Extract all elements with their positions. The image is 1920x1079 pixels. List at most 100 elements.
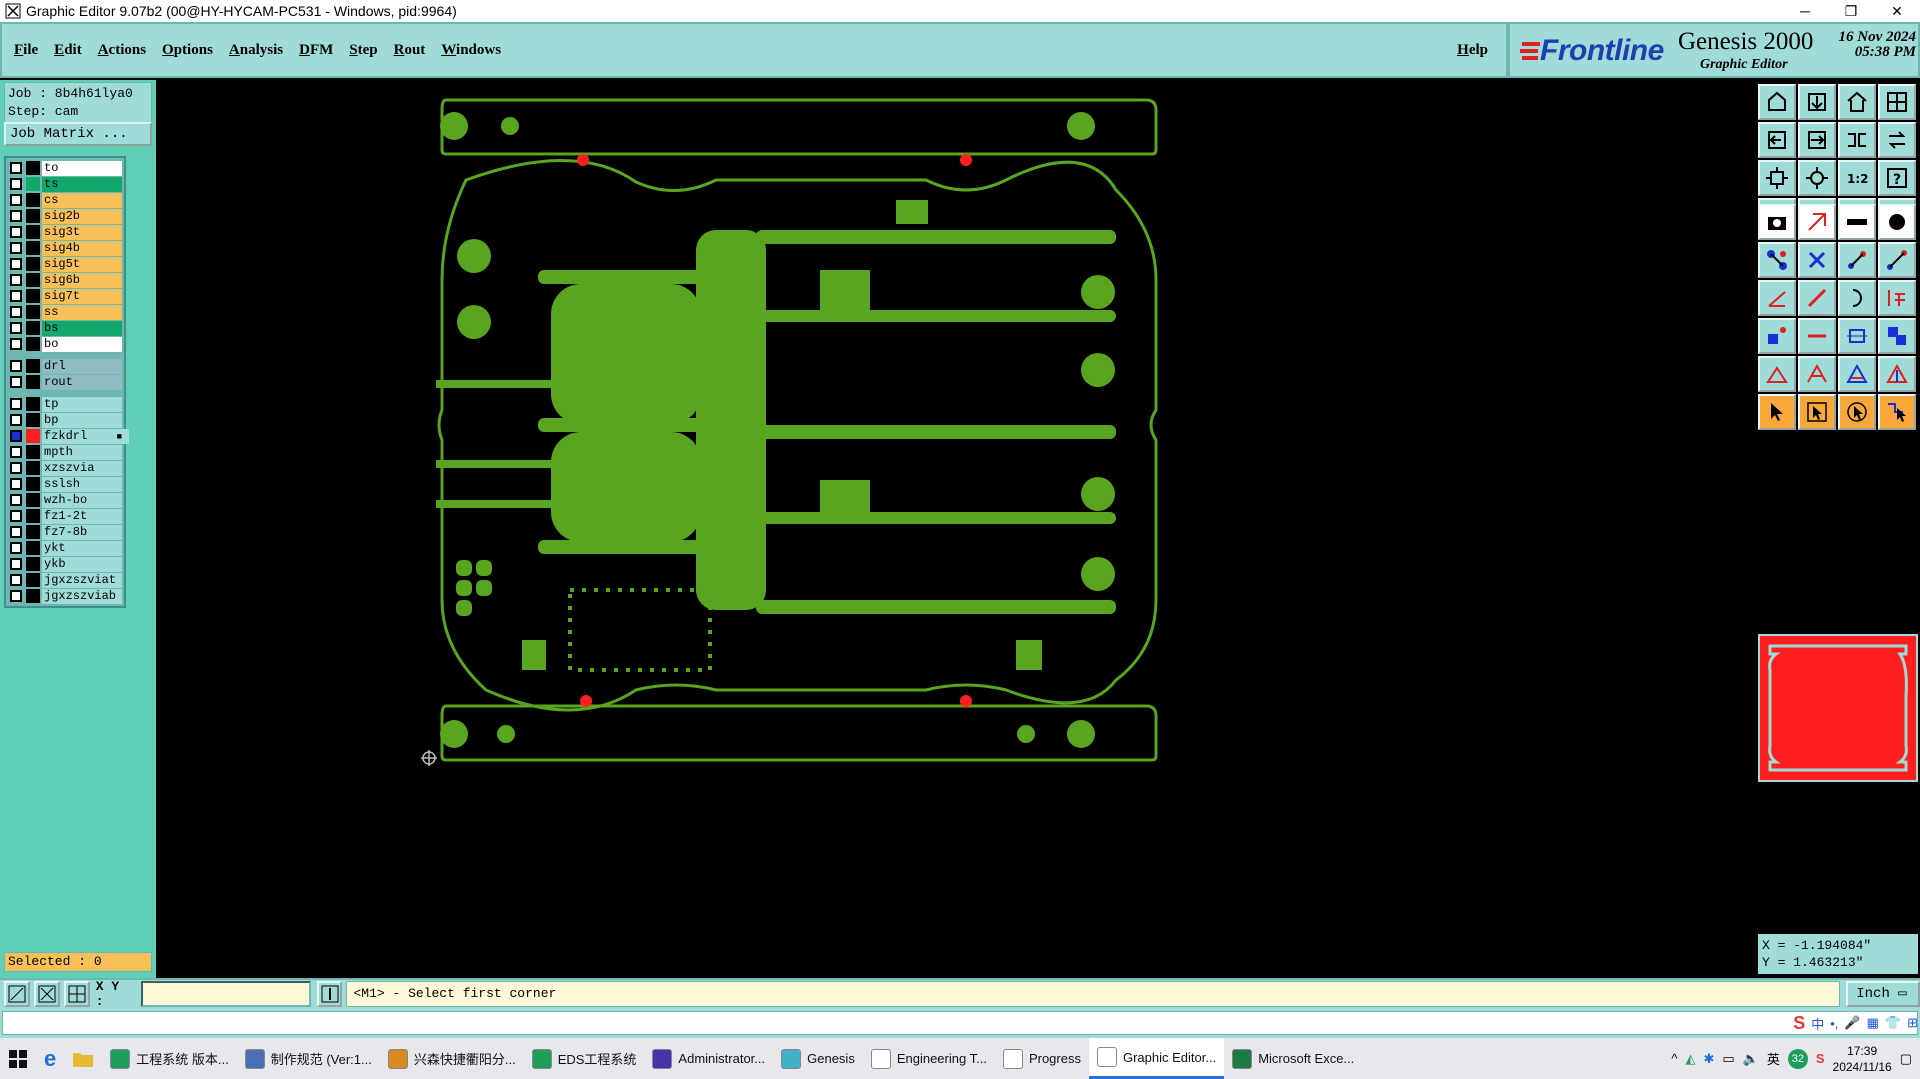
layer-row-cs[interactable]: cs [8, 192, 122, 208]
tray-volume-icon[interactable]: 🔈 [1743, 1051, 1759, 1067]
add-pad-button[interactable] [1758, 318, 1796, 354]
layer-row-mpth[interactable]: mpth [8, 444, 122, 460]
layer-row-sig3t[interactable]: sig3t [8, 224, 122, 240]
layer-checkbox[interactable] [10, 558, 22, 570]
menu-actions[interactable]: Actions [98, 42, 146, 59]
draw-mode-button[interactable] [4, 981, 30, 1007]
layer-row-sig6b[interactable]: sig6b [8, 272, 122, 288]
layer-name[interactable]: sslsh [42, 476, 122, 492]
dimension-button[interactable] [1838, 318, 1876, 354]
layer-row-ss[interactable]: ss [8, 304, 122, 320]
home-view-button[interactable] [1758, 84, 1796, 120]
slash-button[interactable] [1798, 280, 1836, 316]
layer-name[interactable]: jgxzszviat [42, 572, 122, 588]
mirror-button[interactable] [1838, 122, 1876, 158]
layer-name[interactable]: ykb [42, 556, 122, 572]
ime-punct[interactable]: •, [1830, 1016, 1838, 1031]
menu-step[interactable]: Step [349, 42, 377, 59]
trace-button[interactable] [1878, 280, 1916, 316]
layer-checkbox[interactable] [10, 510, 22, 522]
layer-row-fz1-2t[interactable]: fz1-2t [8, 508, 122, 524]
layer-checkbox[interactable] [10, 306, 22, 318]
taskbar-app-2[interactable]: 兴森快捷衢阳分... [380, 1038, 524, 1079]
layer-name[interactable]: bp [42, 412, 122, 428]
layer-row-wzh-bo[interactable]: wzh-bo [8, 492, 122, 508]
layer-name[interactable]: wzh-bo [42, 492, 122, 508]
layer-name[interactable]: ts [42, 176, 122, 192]
minus-button[interactable] [1798, 318, 1836, 354]
tray-chevron-icon[interactable]: ^ [1671, 1051, 1677, 1066]
layer-checkbox[interactable] [10, 526, 22, 538]
layer-row-ts[interactable]: ts [8, 176, 122, 192]
tray-battery-icon[interactable]: ▭ [1722, 1051, 1734, 1067]
layer-checkbox[interactable] [10, 414, 22, 426]
text-cursor-button[interactable] [316, 981, 343, 1007]
layer-checkbox[interactable] [10, 360, 22, 372]
layer-name[interactable]: sig7t [42, 288, 122, 304]
layer-checkbox[interactable] [10, 290, 22, 302]
select-box-button[interactable] [1798, 394, 1836, 430]
polygon-button[interactable] [1838, 356, 1876, 392]
layer-name[interactable]: sig2b [42, 208, 122, 224]
copy-shape-button[interactable] [1798, 204, 1836, 240]
help-tool-button[interactable]: ? [1878, 160, 1916, 196]
window-titlebar[interactable]: Graphic Editor 9.07b2 (00@HY-HYCAM-PC531… [0, 0, 1920, 22]
layer-name[interactable]: fz1-2t [42, 508, 122, 524]
split-view-button[interactable] [1878, 84, 1916, 120]
layer-checkbox[interactable] [10, 462, 22, 474]
ie-button[interactable]: e [36, 1038, 64, 1079]
ruler-button[interactable] [1838, 204, 1876, 240]
taskbar-app-8[interactable]: Graphic Editor... [1088, 1038, 1225, 1079]
layer-checkbox[interactable] [10, 398, 22, 410]
polygon-alt-button[interactable] [1878, 356, 1916, 392]
layer-name[interactable]: jgxzszviab [42, 588, 122, 604]
start-button[interactable] [0, 1038, 36, 1079]
pad-button[interactable] [1878, 204, 1916, 240]
taskbar-app-3[interactable]: EDS工程系统 [524, 1038, 645, 1079]
menu-options[interactable]: Options [162, 42, 213, 59]
camera-button[interactable] [1758, 204, 1796, 240]
tray-sogou-icon[interactable]: S [1816, 1051, 1825, 1066]
house-button[interactable] [1838, 84, 1876, 120]
board-overview-map[interactable] [1758, 634, 1918, 782]
layer-name[interactable]: tp [42, 396, 122, 412]
taskbar-app-6[interactable]: Engineering T... [863, 1038, 995, 1079]
layer-row-fzkdrl[interactable]: fzkdrl ■ [8, 428, 129, 444]
layer-checkbox[interactable] [10, 194, 22, 206]
tray-network-icon[interactable]: ◭ [1685, 1051, 1695, 1067]
units-selector[interactable]: Inch ▭ [1846, 981, 1920, 1007]
layer-checkbox[interactable] [10, 376, 22, 388]
layer-checkbox[interactable] [10, 242, 22, 254]
taskbar-app-4[interactable]: Administrator... [644, 1038, 773, 1079]
layer-row-ykb[interactable]: ykb [8, 556, 122, 572]
notification-icon[interactable]: ▢ [1900, 1051, 1912, 1067]
ime-mic-icon[interactable]: 🎤 [1844, 1015, 1860, 1031]
restore-button[interactable]: ❐ [1828, 0, 1874, 22]
layer-checkbox[interactable] [10, 478, 22, 490]
menu-analysis[interactable]: Analysis [229, 42, 283, 59]
layer-checkbox[interactable] [10, 590, 22, 602]
layer-row-tp[interactable]: tp [8, 396, 122, 412]
message-field[interactable] [2, 1011, 1918, 1035]
layer-row-jgxzszviab[interactable]: jgxzszviab [8, 588, 122, 604]
layer-row-sig5t[interactable]: sig5t [8, 256, 122, 272]
ime-keyboard-icon[interactable]: ▦ [1867, 1015, 1879, 1031]
job-matrix-button[interactable]: Job Matrix ... [4, 122, 152, 146]
layer-row-rout[interactable]: rout [8, 374, 122, 390]
layer-name[interactable]: to [42, 160, 122, 176]
taskbar-app-7[interactable]: Progress [995, 1038, 1089, 1079]
layer-name[interactable]: ss [42, 304, 122, 320]
layer-row-bo[interactable]: bo [8, 336, 122, 352]
ime-menu-icon[interactable]: ⊞ [1907, 1015, 1918, 1031]
layer-row-drl[interactable]: drl [8, 358, 122, 374]
menu-file[interactable]: File [14, 42, 38, 59]
layer-name[interactable]: mpth [42, 444, 122, 460]
connect-button[interactable] [1758, 242, 1796, 278]
layer-checkbox[interactable] [10, 574, 22, 586]
layer-name[interactable]: cs [42, 192, 122, 208]
cross-button[interactable] [1798, 242, 1836, 278]
close-button[interactable]: ✕ [1874, 0, 1920, 22]
select-button[interactable] [1758, 394, 1796, 430]
select-net-button[interactable] [1878, 394, 1916, 430]
snap-mode-button[interactable] [33, 981, 60, 1007]
